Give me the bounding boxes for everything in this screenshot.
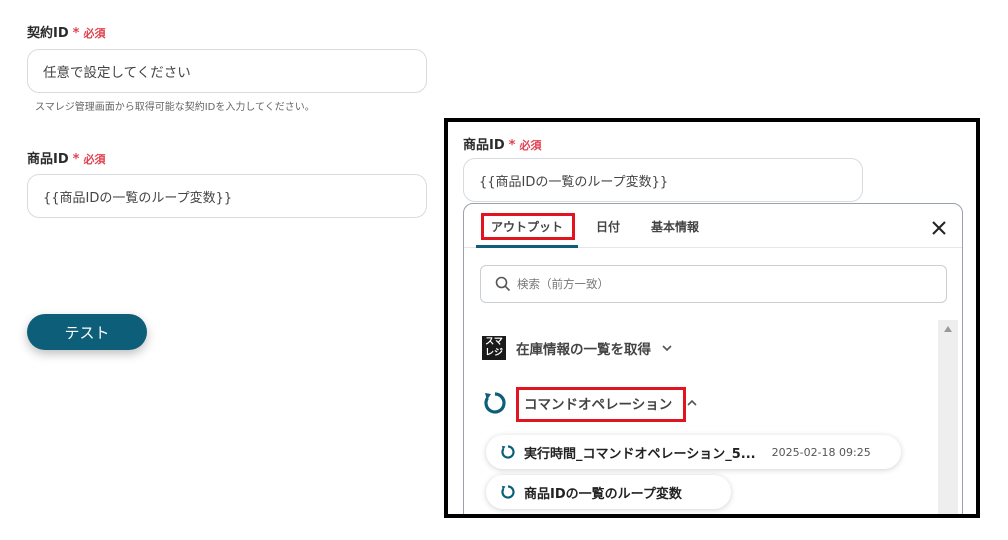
chevron-up-icon xyxy=(687,399,697,406)
scrollbar[interactable] xyxy=(938,320,958,514)
loop-icon xyxy=(501,445,515,459)
contract-id-label: 契約ID * 必須 xyxy=(27,26,106,41)
loop-icon xyxy=(501,485,515,499)
smaregi-logo: スマ レジ xyxy=(482,336,506,360)
contract-id-input[interactable]: 任意で設定してください xyxy=(27,49,427,93)
callout-product-id-input[interactable]: {{商品IDの一覧のループ変数}} xyxy=(463,158,863,202)
scroll-up-arrow[interactable] xyxy=(944,326,952,332)
section-inventory-list[interactable]: スマ レジ 在庫情報の一覧を取得 xyxy=(482,336,673,360)
output-item-execution-time[interactable]: 実行時間_コマンドオペレーション_5... 2025-02-18 09:25 xyxy=(486,435,901,469)
chevron-down-icon xyxy=(662,345,672,352)
tab-basic-info[interactable]: 基本情報 xyxy=(651,218,699,235)
contract-id-hint: スマレジ管理画面から取得可能な契約IDを入力してください。 xyxy=(35,102,315,113)
search-input[interactable]: 検索（前方一致） xyxy=(480,265,947,303)
active-tab-indicator xyxy=(476,245,578,248)
callout-product-id-label: 商品ID * 必須 xyxy=(463,138,542,153)
output-item-loop-variable[interactable]: 商品IDの一覧のループ変数 xyxy=(486,475,731,509)
tab-bar: アウトプット 日付 基本情報 xyxy=(464,204,962,248)
test-button[interactable]: テスト xyxy=(27,314,147,350)
highlight-box-section xyxy=(516,387,686,422)
product-id-label: 商品ID * 必須 xyxy=(27,152,106,167)
close-icon[interactable] xyxy=(930,219,948,237)
product-id-input[interactable]: {{商品IDの一覧のループ変数}} xyxy=(27,174,427,218)
highlight-box-tab xyxy=(481,213,575,240)
search-icon xyxy=(495,276,511,292)
variable-picker-panel: アウトプット 日付 基本情報 検索（前方一致） スマ レジ 在庫情報の一覧を取得 xyxy=(463,203,963,514)
loop-icon xyxy=(484,392,506,414)
tab-date[interactable]: 日付 xyxy=(596,218,620,235)
zoom-callout: 商品ID * 必須 {{商品IDの一覧のループ変数}} アウトプット 日付 基本… xyxy=(444,118,980,518)
